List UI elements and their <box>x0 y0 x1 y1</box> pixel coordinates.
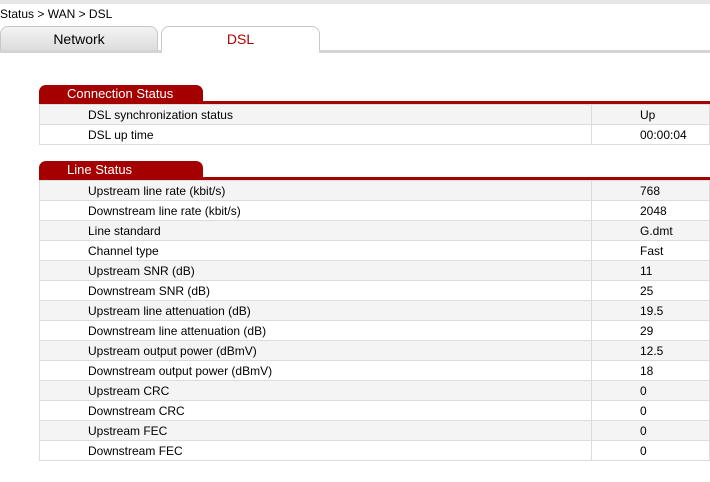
table-row: Channel type Fast <box>39 240 710 261</box>
row-value: 25 <box>591 280 710 301</box>
line-status-header: Line Status <box>39 161 710 180</box>
row-label: Channel type <box>39 240 592 261</box>
row-label: Upstream line rate (kbit/s) <box>39 180 592 201</box>
table-row: Upstream SNR (dB) 11 <box>39 260 710 281</box>
table-row: Downstream FEC 0 <box>39 440 710 461</box>
breadcrumb: Status > WAN > DSL <box>0 7 113 21</box>
table-row: DSL synchronization status Up <box>39 104 710 125</box>
row-value: 2048 <box>591 200 710 221</box>
line-status-section: Line Status Upstream line rate (kbit/s) 7… <box>39 161 710 461</box>
table-row: Downstream SNR (dB) 25 <box>39 280 710 301</box>
table-row: Downstream output power (dBmV) 18 <box>39 360 710 381</box>
table-row: Upstream line rate (kbit/s) 768 <box>39 180 710 201</box>
table-row: Upstream output power (dBmV) 12.5 <box>39 340 710 361</box>
row-value: 768 <box>591 180 710 201</box>
row-label: Downstream line attenuation (dB) <box>39 320 592 341</box>
row-value: Fast <box>591 240 710 261</box>
row-value: 12.5 <box>591 340 710 361</box>
section-divider <box>39 101 710 104</box>
connection-status-title: Connection Status <box>39 85 203 101</box>
row-value: 18 <box>591 360 710 381</box>
tab-network[interactable]: Network <box>0 26 158 51</box>
row-label: DSL up time <box>39 124 592 145</box>
row-value: Up <box>591 104 710 125</box>
table-row: Upstream line attenuation (dB) 19.5 <box>39 300 710 321</box>
active-tab-gap <box>162 50 319 53</box>
table-row: Upstream CRC 0 <box>39 380 710 401</box>
line-status-title: Line Status <box>39 161 203 177</box>
row-label: Upstream output power (dBmV) <box>39 340 592 361</box>
row-label: Downstream line rate (kbit/s) <box>39 200 592 221</box>
row-value: 0 <box>591 380 710 401</box>
row-value: 0 <box>591 440 710 461</box>
row-label: Downstream SNR (dB) <box>39 280 592 301</box>
row-label: Upstream line attenuation (dB) <box>39 300 592 321</box>
table-row: DSL up time 00:00:04 <box>39 124 710 145</box>
row-value: 11 <box>591 260 710 281</box>
tab-dsl[interactable]: DSL <box>161 26 320 51</box>
table-row: Downstream CRC 0 <box>39 400 710 421</box>
connection-status-header: Connection Status <box>39 85 710 104</box>
table-row: Downstream line rate (kbit/s) 2048 <box>39 200 710 221</box>
row-label: Downstream output power (dBmV) <box>39 360 592 381</box>
section-divider <box>39 177 710 180</box>
connection-status-section: Connection Status DSL synchronization st… <box>39 85 710 145</box>
tab-bar-underline <box>0 50 710 53</box>
tab-bar: Network DSL <box>0 26 710 52</box>
row-label: Upstream SNR (dB) <box>39 260 592 281</box>
row-value: 00:00:04 <box>591 124 710 145</box>
row-value: 19.5 <box>591 300 710 321</box>
table-row: Upstream FEC 0 <box>39 420 710 441</box>
top-border <box>0 0 710 4</box>
row-label: Line standard <box>39 220 592 241</box>
table-row: Line standard G.dmt <box>39 220 710 241</box>
table-row: Downstream line attenuation (dB) 29 <box>39 320 710 341</box>
row-label: Upstream CRC <box>39 380 592 401</box>
row-value: 0 <box>591 420 710 441</box>
row-value: 29 <box>591 320 710 341</box>
row-label: Downstream FEC <box>39 440 592 461</box>
row-value: G.dmt <box>591 220 710 241</box>
line-status-table: Upstream line rate (kbit/s) 768 Downstream… <box>39 180 710 461</box>
row-value: 0 <box>591 400 710 421</box>
row-label: DSL synchronization status <box>39 104 592 125</box>
row-label: Downstream CRC <box>39 400 592 421</box>
row-label: Upstream FEC <box>39 420 592 441</box>
connection-status-table: DSL synchronization status Up DSL up time 0… <box>39 104 710 145</box>
